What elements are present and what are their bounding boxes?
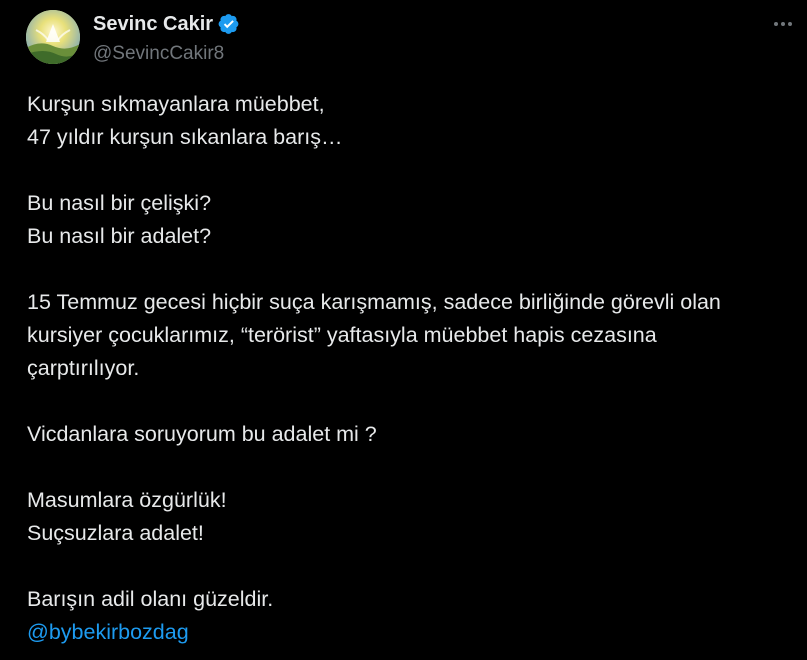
tweet-line: Suçsuzlara adalet! bbox=[27, 521, 204, 545]
more-options-button[interactable] bbox=[769, 14, 797, 34]
tweet-line: Vicdanlara soruyorum bu adalet mi ? bbox=[27, 422, 377, 446]
tweet-line: Bu nasıl bir çelişki? bbox=[27, 191, 212, 215]
user-handle[interactable]: @SevincCakir8 bbox=[93, 43, 240, 65]
tweet-line: Masumlara özgürlük! bbox=[27, 488, 227, 512]
tweet-line: Bu nasıl bir adalet? bbox=[27, 224, 212, 248]
mention-link[interactable]: @bybekirbozdag bbox=[27, 616, 802, 649]
tweet-line: Barışın adil olanı güzeldir. bbox=[27, 587, 274, 611]
tweet-line: çarptırılıyor. bbox=[27, 356, 140, 380]
tweet-line: 15 Temmuz gecesi hiçbir suça karışmamış,… bbox=[27, 290, 721, 314]
more-dots-icon bbox=[774, 22, 792, 26]
verified-badge-icon[interactable] bbox=[218, 13, 240, 35]
display-name[interactable]: Sevinc Cakir bbox=[93, 13, 213, 36]
tweet-header: Sevinc Cakir @SevincCakir8 bbox=[93, 12, 240, 65]
tweet-line: 47 yıldır kurşun sıkanlara barış… bbox=[27, 125, 343, 149]
tweet-card: Sevinc Cakir @SevincCakir8 Kurşun sıkmay… bbox=[0, 0, 807, 660]
avatar-image bbox=[26, 10, 80, 64]
tweet-line: Kurşun sıkmayanlara müebbet, bbox=[27, 92, 325, 116]
avatar[interactable] bbox=[26, 10, 80, 64]
tweet-text: Kurşun sıkmayanlara müebbet, 47 yıldır k… bbox=[27, 88, 802, 649]
name-row: Sevinc Cakir bbox=[93, 12, 240, 36]
tweet-line: kursiyer çocuklarımız, “terörist” yaftas… bbox=[27, 323, 657, 347]
